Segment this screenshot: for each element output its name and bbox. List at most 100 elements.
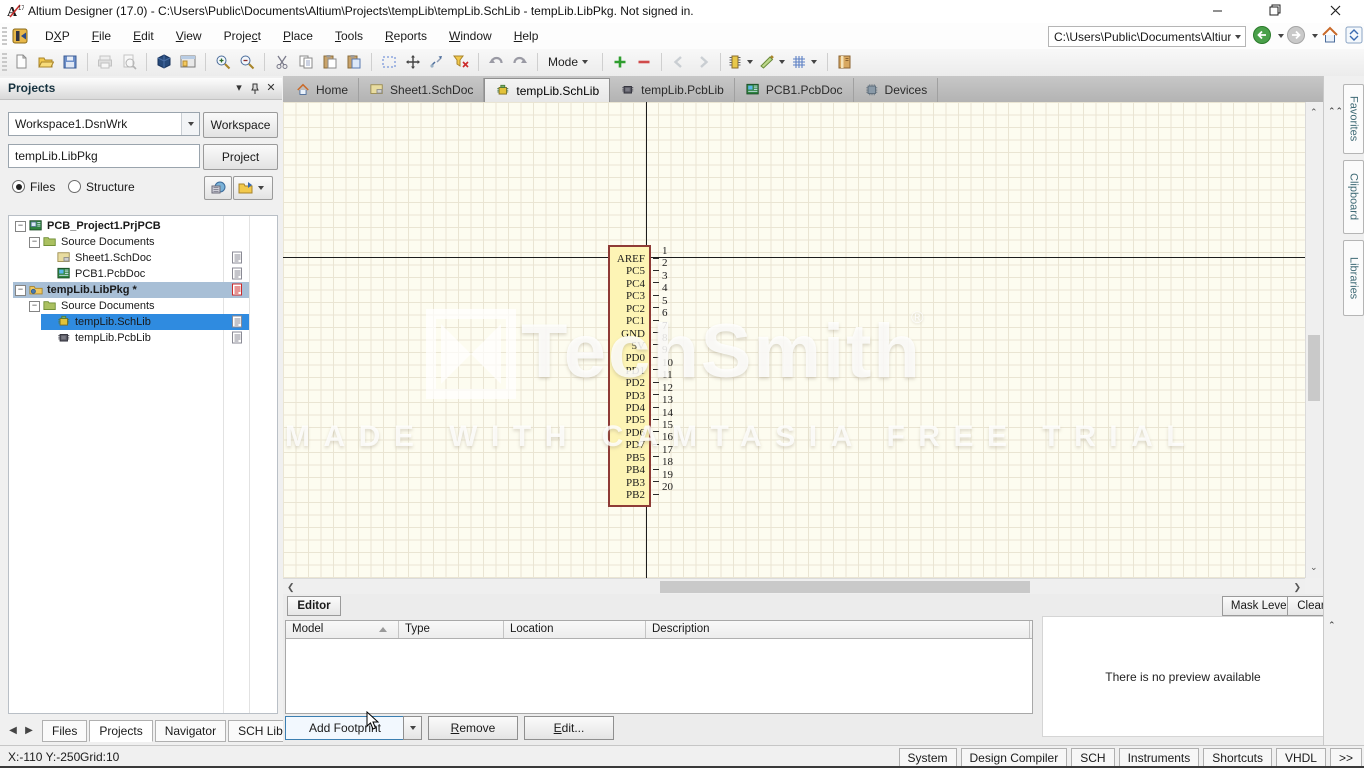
horizontal-scrollbar[interactable]: ❮ ❯: [283, 578, 1305, 595]
panel-tab-schlibrary[interactable]: SCH Library: [228, 720, 283, 742]
open-project-button[interactable]: [204, 176, 232, 200]
cross-probe-button[interactable]: [426, 51, 448, 73]
doc-tab-sheet1schdoc[interactable]: Sheet1.SchDoc: [359, 78, 484, 102]
scroll-right-icon[interactable]: ❯: [1293, 582, 1301, 593]
minimize-button[interactable]: [1194, 0, 1240, 23]
column-header-type[interactable]: Type: [399, 621, 504, 638]
column-header-location[interactable]: Location: [504, 621, 646, 638]
nav-back-button[interactable]: [1252, 25, 1272, 45]
remove-button[interactable]: [633, 51, 655, 73]
panel-tab-projects[interactable]: Projects: [89, 720, 152, 742]
tree-row[interactable]: −Source Documents: [9, 234, 277, 250]
vertical-scrollbar[interactable]: ⌃ ⌄: [1305, 102, 1323, 578]
panel-tab-libraries[interactable]: Libraries: [1343, 240, 1364, 316]
doc-tab-devices[interactable]: Devices: [854, 78, 939, 102]
undo-button[interactable]: [485, 51, 507, 73]
close-icon[interactable]: ✕: [264, 83, 278, 95]
doc-tab-templibschlib[interactable]: tempLib.SchLib: [484, 78, 610, 102]
menu-window[interactable]: Window: [438, 25, 503, 47]
close-button[interactable]: [1312, 0, 1358, 23]
status-button-system[interactable]: System: [899, 748, 957, 767]
tree-row[interactable]: −Source Documents: [9, 298, 277, 314]
forward-button[interactable]: [692, 51, 714, 73]
status-button-shortcuts[interactable]: Shortcuts: [1203, 748, 1272, 767]
doc-tab-templibpcblib[interactable]: tempLib.PcbLib: [610, 78, 735, 102]
edit-button[interactable]: Edit...: [524, 716, 614, 740]
menu-dxp[interactable]: DXP: [34, 25, 81, 47]
remove-button[interactable]: Remove: [428, 716, 518, 740]
save-button[interactable]: [59, 51, 81, 73]
redo-button[interactable]: [509, 51, 531, 73]
tree-row[interactable]: Sheet1.SchDoc: [9, 250, 277, 266]
tab-scroll-left-icon[interactable]: ◀: [6, 724, 20, 738]
address-combobox[interactable]: C:\Users\Public\Documents\Altiur: [1048, 26, 1246, 47]
tree-row[interactable]: PCB1.PcbDoc: [9, 266, 277, 282]
cut-button[interactable]: [271, 51, 293, 73]
back-button[interactable]: [668, 51, 690, 73]
menu-place[interactable]: Place: [272, 25, 324, 47]
project-button[interactable]: Project: [203, 144, 278, 170]
menu-edit[interactable]: Edit: [122, 25, 165, 47]
select-area-button[interactable]: [378, 51, 400, 73]
doc-tab-home[interactable]: Home: [285, 78, 359, 102]
chevron-down-icon[interactable]: ▾: [232, 83, 246, 95]
scroll-left-icon[interactable]: ❮: [287, 582, 295, 593]
vertical-scroll-thumb[interactable]: [1308, 335, 1320, 401]
structure-radio[interactable]: Structure: [68, 180, 135, 194]
tab-scroll-right-icon[interactable]: ▶: [22, 724, 36, 738]
pin-icon[interactable]: [248, 83, 262, 95]
horizontal-scroll-thumb[interactable]: [660, 581, 1030, 593]
scroll-down-icon[interactable]: ⌄: [1310, 562, 1318, 573]
collapse-panels-icon[interactable]: ⌃⌃: [1328, 106, 1343, 117]
collapse-expander-icon[interactable]: −: [15, 285, 26, 296]
paste-button[interactable]: [319, 51, 341, 73]
draw-tools-button[interactable]: [759, 51, 789, 73]
collapse-expander-icon[interactable]: −: [29, 237, 40, 248]
component-button[interactable]: [727, 51, 757, 73]
clear-filter-button[interactable]: [450, 51, 472, 73]
tree-row[interactable]: −PCB_Project1.PrjPCB: [9, 218, 277, 234]
dxp-icon[interactable]: [12, 28, 28, 44]
collapse-expander-icon[interactable]: −: [29, 301, 40, 312]
status-button-instruments[interactable]: Instruments: [1119, 748, 1200, 767]
schematic-canvas[interactable]: AREFPC5PC4PC3PC2PC1GND5VPD0PD1PD2PD3PD4P…: [283, 102, 1305, 578]
menu-file[interactable]: File: [81, 25, 122, 47]
print-preview-button[interactable]: [118, 51, 140, 73]
panels-button[interactable]: [177, 51, 199, 73]
print-button[interactable]: [94, 51, 116, 73]
add-footprint-dropdown[interactable]: [403, 716, 422, 740]
panel-tab-clipboard[interactable]: Clipboard: [1343, 160, 1364, 234]
files-radio[interactable]: Files: [12, 180, 55, 194]
panel-tab-files[interactable]: Files: [42, 720, 87, 742]
nav-forward-dropdown-icon[interactable]: [1312, 34, 1318, 38]
column-header-description[interactable]: Description: [646, 621, 1030, 638]
workspace-button[interactable]: Workspace: [203, 112, 278, 138]
new-document-button[interactable]: [11, 51, 33, 73]
schematic-component[interactable]: AREFPC5PC4PC3PC2PC1GND5VPD0PD1PD2PD3PD4P…: [608, 245, 651, 507]
tree-row[interactable]: −tempLib.LibPkg *: [9, 282, 277, 298]
menu-view[interactable]: View: [165, 25, 213, 47]
open-document-button[interactable]: [233, 176, 273, 200]
column-header-model[interactable]: Model: [286, 621, 399, 638]
add-footprint-button[interactable]: Add Footprint: [285, 716, 405, 740]
tree-row[interactable]: tempLib.SchLib: [9, 314, 277, 330]
add-button[interactable]: [609, 51, 631, 73]
status-button-vhdl[interactable]: VHDL: [1276, 748, 1326, 767]
nav-back-dropdown-icon[interactable]: [1278, 34, 1284, 38]
menu-project[interactable]: Project: [213, 25, 272, 47]
copy-button[interactable]: [295, 51, 317, 73]
menu-tools[interactable]: Tools: [324, 25, 374, 47]
open-button[interactable]: [35, 51, 57, 73]
grid-button[interactable]: [791, 51, 821, 73]
model-table[interactable]: ModelTypeLocationDescription: [285, 620, 1033, 714]
mode-dropdown[interactable]: Mode: [544, 51, 596, 73]
scroll-up-icon[interactable]: ⌃: [1328, 620, 1336, 631]
refresh-button[interactable]: [1344, 25, 1364, 45]
zoom-out-button[interactable]: [236, 51, 258, 73]
home-button[interactable]: [1320, 25, 1340, 45]
status-button-designcompiler[interactable]: Design Compiler: [961, 748, 1068, 767]
editor-tab[interactable]: Editor: [287, 596, 341, 616]
status-button-[interactable]: >>: [1330, 748, 1362, 767]
panel-tab-favorites[interactable]: Favorites: [1343, 84, 1364, 154]
status-button-sch[interactable]: SCH: [1071, 748, 1114, 767]
